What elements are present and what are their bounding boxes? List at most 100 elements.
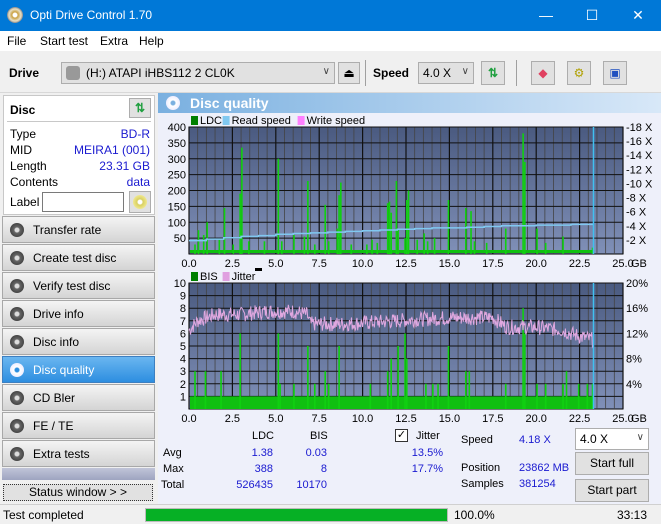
nav-fe-te[interactable]: FE / TE	[2, 412, 155, 439]
status-window-button[interactable]: Status window > >	[3, 484, 153, 501]
bis-bar	[293, 383, 295, 409]
window-title: Opti Drive Control 1.70	[30, 8, 153, 22]
chevron-down-icon: ∨	[461, 66, 469, 77]
nav-disc-quality[interactable]: Disc quality	[2, 356, 155, 383]
ldc-bar	[202, 234, 205, 254]
close-button[interactable]: ✕	[615, 0, 661, 31]
label-disc-button[interactable]	[129, 191, 151, 213]
ldc-bar	[522, 133, 524, 254]
bis-bar	[369, 383, 372, 409]
disc-nav-icon	[10, 391, 24, 405]
menu-bar: File Start test Extra Help	[0, 31, 661, 51]
bis-bar	[544, 383, 547, 409]
title-bar: Opti Drive Control 1.70 — ☐ ✕	[0, 0, 661, 31]
ldc-bar	[350, 244, 353, 254]
chevron-down-icon: ∨	[322, 66, 330, 77]
eject-button[interactable]: ⏏	[338, 62, 360, 84]
y2-tick-label: -14 X	[626, 150, 653, 162]
nav-create-test-disc[interactable]: Create test disc	[2, 244, 155, 271]
ldc-bar	[395, 180, 398, 254]
jitter-max: 17.7%	[411, 463, 443, 475]
stats-row-max: Max	[163, 463, 184, 475]
refresh-arrows-icon: ⇅	[134, 101, 146, 115]
chevron-down-icon: ∨	[636, 432, 644, 443]
nav-transfer-rate[interactable]: Transfer rate	[2, 216, 155, 243]
refresh-button[interactable]: ⇅	[481, 61, 505, 85]
disc-value: 23.31 GB	[99, 159, 150, 173]
y2-tick-label: -10 X	[626, 178, 653, 190]
disc-quality-icon	[166, 96, 180, 110]
speed-value: 4.0 X	[423, 66, 452, 80]
y2-tick-label: 12%	[626, 328, 648, 340]
nav-label: Disc quality	[33, 363, 95, 377]
bis-bar	[565, 371, 568, 409]
save-button[interactable]: ▣	[603, 61, 627, 85]
ldc-bar	[277, 158, 280, 254]
label-input[interactable]	[42, 192, 124, 212]
status-bar: Test completed 100.0% 33:13	[0, 504, 661, 524]
legend-label: Write speed	[307, 115, 366, 127]
ldc-bar	[239, 193, 241, 254]
divider	[7, 121, 151, 122]
ldc-bar	[371, 239, 373, 254]
menu-extra[interactable]: Extra	[100, 34, 128, 48]
ldc-avg: 1.38	[251, 447, 273, 459]
y-tick-label: 150	[168, 201, 186, 213]
menu-file[interactable]: File	[7, 34, 26, 48]
y-tick-label: 50	[174, 233, 186, 245]
x-tick-label: 10.0	[352, 413, 373, 423]
maximize-button[interactable]: ☐	[569, 0, 615, 31]
start-full-button[interactable]: Start full	[575, 452, 649, 475]
ldc-bar	[197, 230, 200, 254]
x-tick-label: 17.5	[482, 413, 503, 423]
bis-bar	[468, 371, 471, 409]
minimize-button[interactable]: —	[523, 0, 569, 31]
y2-tick-label: 8%	[626, 354, 642, 366]
y-tick-label: 7	[180, 316, 186, 328]
erase-button[interactable]: ◆	[531, 61, 555, 85]
nav-extra-tests[interactable]: Extra tests	[2, 440, 155, 467]
y-tick-label: 9	[180, 291, 186, 303]
y2-tick-label: -16 X	[626, 136, 653, 148]
progress-fill	[146, 509, 447, 521]
disc-info-box: Disc ⇅ Type BD-R MID MEIRA1 (001) Length 23…	[3, 95, 155, 215]
app-disc-icon	[7, 7, 23, 23]
speed-select[interactable]: 4.0 X ∨	[418, 62, 474, 84]
settings-button[interactable]: ⚙	[567, 61, 591, 85]
drive-value: (H:) ATAPI iHBS112 2 CL0K	[86, 66, 235, 80]
disc-nav-icon	[10, 419, 24, 433]
ldc-bar	[426, 241, 429, 254]
drive-select[interactable]: (H:) ATAPI iHBS112 2 CL0K ∨	[61, 62, 335, 84]
y2-tick-label: -2 X	[626, 235, 647, 247]
y-tick-label: 1	[180, 391, 186, 403]
nav-disc-info[interactable]: Disc info	[2, 328, 155, 355]
y2-tick-label: 4%	[626, 379, 642, 391]
disc-row-contents: Contents data	[10, 175, 150, 191]
bis-bar	[386, 371, 389, 409]
y-tick-label: 3	[180, 366, 186, 378]
test-speed-select[interactable]: 4.0 X ∨	[575, 428, 649, 450]
eject-icon: ⏏	[343, 66, 355, 80]
ldc-bar	[465, 207, 467, 254]
test-speed-value: 4.0 X	[580, 432, 609, 446]
nav-verify-test-disc[interactable]: Verify test disc	[2, 272, 155, 299]
y2-tick-label: -18 X	[626, 122, 653, 134]
panel-header: Disc quality	[158, 93, 661, 113]
ldc-bar	[263, 241, 266, 254]
ldc-bar	[416, 239, 419, 254]
ldc-bar	[406, 200, 408, 254]
bis-bar	[277, 333, 280, 409]
nav-cd-bler[interactable]: CD Bler	[2, 384, 155, 411]
progress-bar	[145, 508, 448, 522]
nav-drive-info[interactable]: Drive info	[2, 300, 155, 327]
bis-avg: 0.03	[305, 447, 327, 459]
start-part-button[interactable]: Start part	[575, 479, 649, 502]
disc-refresh-button[interactable]: ⇅	[129, 98, 151, 118]
menu-start-test[interactable]: Start test	[40, 34, 88, 48]
y-tick-label: 6	[180, 328, 186, 340]
menu-help[interactable]: Help	[139, 34, 164, 48]
legend-label: Jitter	[232, 271, 256, 283]
disc-nav-icon	[10, 447, 24, 461]
x-axis-unit: GB	[631, 413, 647, 423]
jitter-checkbox[interactable]: ✓	[395, 429, 408, 442]
